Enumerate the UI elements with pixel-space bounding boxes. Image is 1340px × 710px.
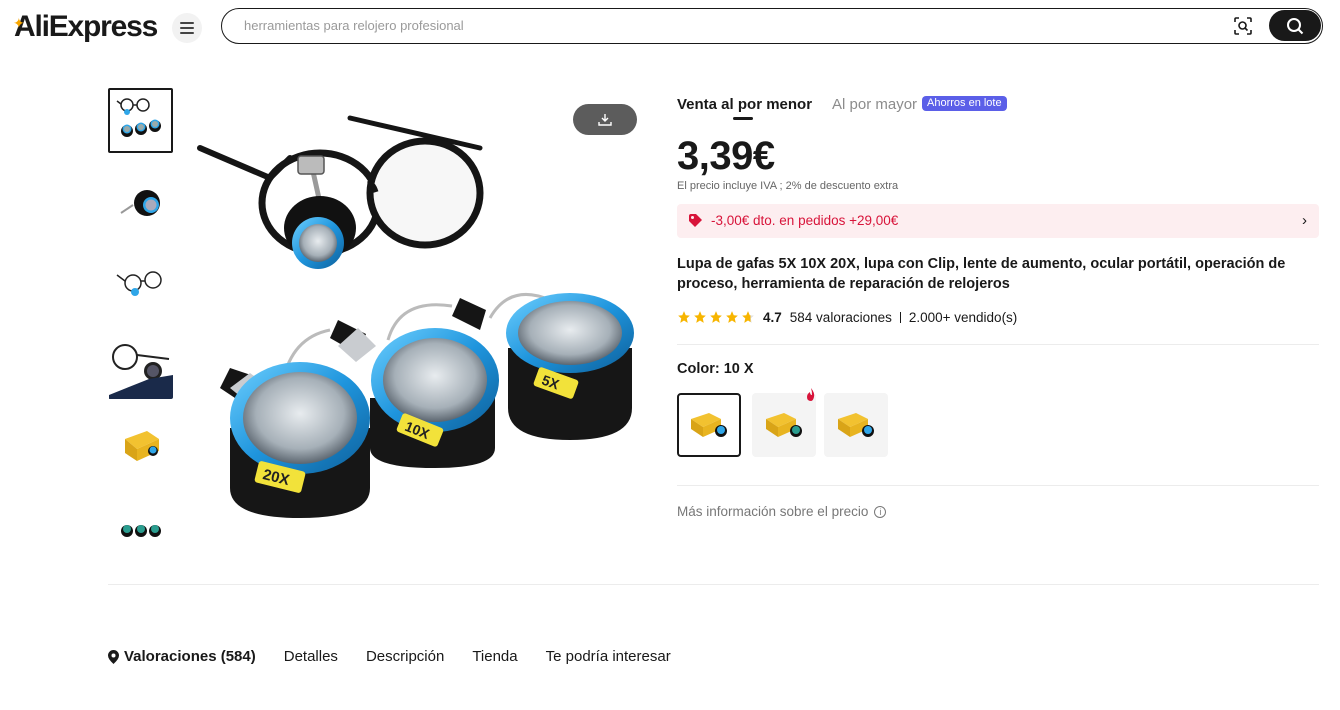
tab-reviews[interactable]: Valoraciones (584) <box>108 648 256 665</box>
thumbnail-2[interactable] <box>108 164 173 229</box>
thumbnail-6[interactable] <box>108 496 173 561</box>
coupon-text: -3,00€ dto. en pedidos +29,00€ <box>711 213 899 228</box>
swatch-box-image <box>691 413 727 437</box>
image-search-icon <box>1234 17 1252 35</box>
rating-stars <box>677 310 755 324</box>
tab-description[interactable]: Descripción <box>366 648 444 665</box>
menu-button[interactable] <box>172 13 202 43</box>
thumbnail-4[interactable] <box>108 334 173 399</box>
divider <box>108 584 1319 585</box>
product-title: Lupa de gafas 5X 10X 20X, lupa con Clip,… <box>677 256 1286 292</box>
thumb-wearing-image <box>108 343 173 399</box>
chevron-right-icon: › <box>1302 212 1307 229</box>
color-option-3[interactable] <box>824 393 888 457</box>
thumb-box-image <box>124 430 159 461</box>
product-section-tabs: Valoraciones (584) Detalles Descripción … <box>108 648 699 665</box>
divider <box>677 485 1319 486</box>
search-input[interactable] <box>244 9 1224 42</box>
hamburger-icon <box>180 22 194 34</box>
half-star-icon <box>742 311 754 323</box>
thumbnail-3[interactable] <box>108 248 173 313</box>
price-info-text: Más información sobre el precio <box>677 504 869 519</box>
search-bar <box>221 8 1323 44</box>
info-icon: i <box>874 505 887 518</box>
color-option-10x[interactable] <box>677 393 741 457</box>
thumb-three-lenses-image <box>120 524 161 537</box>
price-note: El precio incluye IVA ; 2% de descuento … <box>677 180 899 192</box>
tab-details[interactable]: Detalles <box>284 648 338 665</box>
reviews-link[interactable]: 584 valoraciones <box>790 310 892 325</box>
search-button[interactable] <box>1269 10 1321 41</box>
divider <box>677 344 1319 345</box>
coupon-tag-icon <box>689 214 702 227</box>
tab-wholesale[interactable]: Al por mayor <box>832 96 917 113</box>
star-icon <box>726 311 738 323</box>
sold-count: 2.000+ vendido(s) <box>908 309 1018 325</box>
color-option-2[interactable] <box>752 393 816 457</box>
coupon-banner[interactable]: -3,00€ dto. en pedidos +29,00€ › <box>677 204 1319 238</box>
tab-recommended[interactable]: Te podría interesar <box>546 648 671 665</box>
swatch-box-image <box>838 413 874 437</box>
thumb-glasses-image <box>116 270 162 296</box>
image-search-button[interactable] <box>1232 15 1254 37</box>
tab-retail[interactable]: Venta al por menor <box>677 96 812 113</box>
logo-star-icon: ✦ <box>13 15 25 31</box>
flame-icon <box>807 388 815 401</box>
rating-row: 4.7 584 valoraciones 2.000+ vendido(s) <box>677 308 1017 326</box>
aliexpress-logo[interactable]: ✦ AliExpress <box>13 10 158 44</box>
swatch-box-image <box>766 413 802 437</box>
product-price: 3,39€ <box>677 134 775 178</box>
tab-reviews-label: Valoraciones (584) <box>124 648 256 665</box>
tab-store[interactable]: Tienda <box>472 648 517 665</box>
star-icon <box>678 311 690 323</box>
thumb-glasses-lenses-image <box>116 97 161 137</box>
divider <box>899 311 901 323</box>
price-info-link[interactable]: Más información sobre el precio i <box>677 504 887 519</box>
download-image-button[interactable] <box>573 104 637 135</box>
thumbnail-1[interactable] <box>108 88 173 153</box>
thumb-loupe-side-image <box>119 189 160 216</box>
thumbnail-5[interactable] <box>108 412 173 477</box>
color-label: Color: 10 X <box>677 361 754 377</box>
star-icon <box>694 311 706 323</box>
search-icon <box>1287 17 1304 34</box>
location-pin-icon <box>108 649 119 664</box>
rating-value: 4.7 <box>763 309 782 325</box>
logo-text: AliExpress <box>14 10 158 43</box>
main-product-image[interactable]: 5X 10X 20X <box>190 88 650 558</box>
bulk-savings-badge: Ahorros en lote <box>922 96 1007 111</box>
tab-retail-indicator <box>733 117 753 120</box>
download-icon <box>598 113 612 126</box>
star-icon <box>710 311 722 323</box>
